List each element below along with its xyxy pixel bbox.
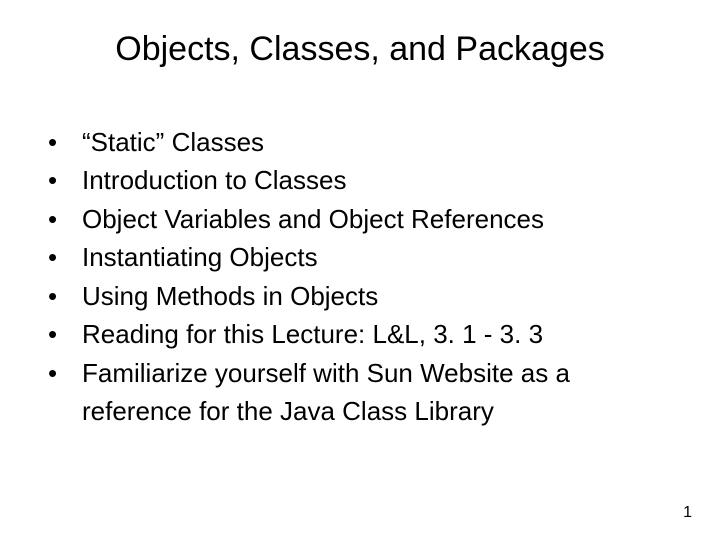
- bullet-icon: •: [48, 238, 57, 276]
- list-item: • “Static” Classes: [48, 123, 680, 161]
- bullet-text: “Static” Classes: [82, 127, 264, 157]
- page-number: 1: [683, 504, 692, 522]
- list-item: • Introduction to Classes: [48, 161, 680, 199]
- bullet-text: Reading for this Lecture: L&L, 3. 1 - 3.…: [82, 319, 543, 349]
- bullet-icon: •: [48, 123, 57, 161]
- bullet-text: Instantiating Objects: [82, 242, 318, 272]
- slide: Objects, Classes, and Packages • “Static…: [0, 0, 720, 540]
- list-item: • Reading for this Lecture: L&L, 3. 1 - …: [48, 315, 680, 353]
- list-item: • Instantiating Objects: [48, 238, 680, 276]
- bullet-text: Familiarize yourself with Sun Website as…: [82, 358, 570, 426]
- bullet-icon: •: [48, 277, 57, 315]
- bullet-text: Object Variables and Object References: [82, 204, 544, 234]
- bullet-icon: •: [48, 315, 57, 353]
- list-item: • Object Variables and Object References: [48, 200, 680, 238]
- bullet-text: Introduction to Classes: [82, 165, 346, 195]
- bullet-text: Using Methods in Objects: [82, 281, 378, 311]
- list-item: • Familiarize yourself with Sun Website …: [48, 354, 680, 431]
- bullet-icon: •: [48, 161, 57, 199]
- list-item: • Using Methods in Objects: [48, 277, 680, 315]
- bullet-icon: •: [48, 354, 57, 392]
- bullet-icon: •: [48, 200, 57, 238]
- slide-title: Objects, Classes, and Packages: [40, 30, 680, 69]
- bullet-list: • “Static” Classes • Introduction to Cla…: [40, 123, 680, 431]
